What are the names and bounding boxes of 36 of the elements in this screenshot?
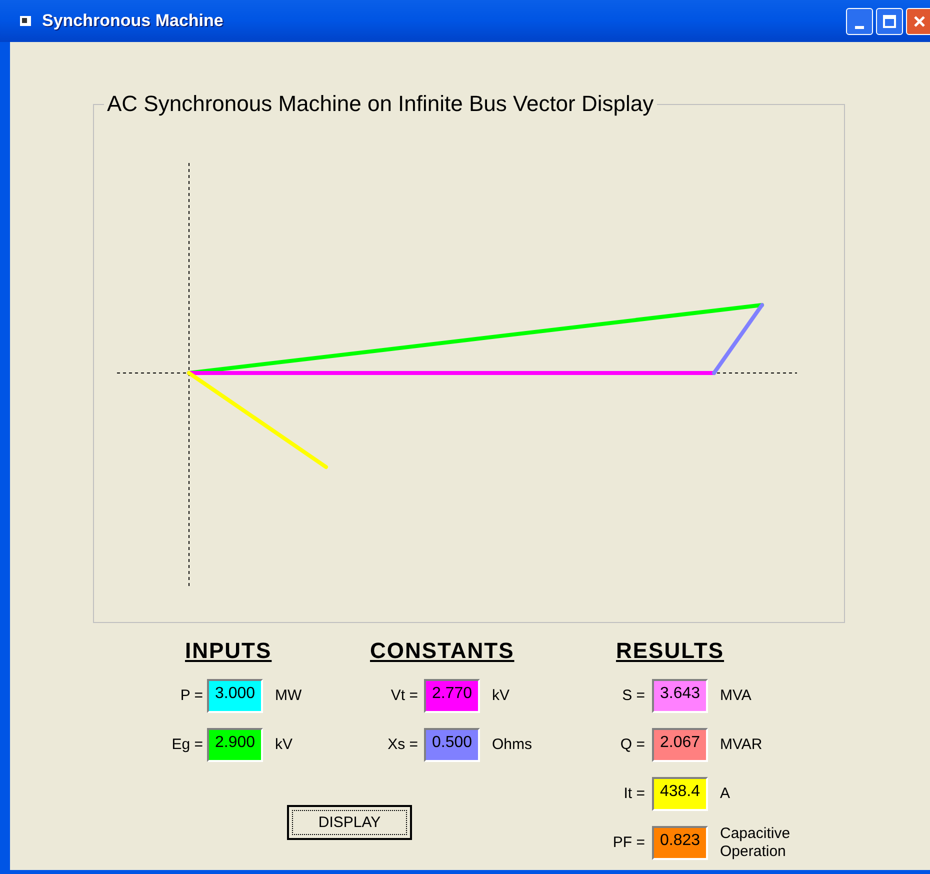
window-title: Synchronous Machine: [42, 10, 224, 32]
field-label: Q =: [619, 734, 645, 755]
unit-label: kV: [275, 736, 294, 754]
unit-label: Ohms: [492, 736, 534, 754]
minimize-button[interactable]: [846, 8, 873, 34]
close-icon: [913, 14, 926, 28]
value-field[interactable]: 2.067: [652, 728, 708, 762]
unit-label: kV: [492, 687, 511, 705]
value-field[interactable]: 2.770: [424, 679, 480, 713]
value-field[interactable]: 3.000: [207, 679, 263, 713]
section-heading: RESULTS: [616, 637, 724, 664]
field-label: P =: [179, 686, 203, 706]
value-field[interactable]: 0.823: [652, 826, 708, 860]
value-field[interactable]: 438.4: [652, 777, 708, 811]
minimize-icon: [855, 26, 864, 28]
unit-label: A: [720, 785, 732, 803]
section-heading: CONSTANTS: [370, 637, 514, 664]
close-button[interactable]: [906, 8, 930, 34]
unit-label: MVAR: [720, 736, 764, 754]
section-heading: INPUTS: [185, 637, 272, 664]
value-field[interactable]: 0.500: [424, 728, 480, 762]
field-label: Vt =: [390, 686, 418, 706]
field-label: Eg =: [170, 734, 203, 755]
unit-label: MVA: [720, 687, 752, 705]
field-label: It =: [622, 784, 645, 804]
unit-label: Capacitive Operation: [720, 825, 792, 861]
maximize-button[interactable]: [876, 8, 903, 34]
value-field[interactable]: 2.900: [207, 728, 263, 762]
value-field[interactable]: 3.643: [652, 679, 708, 713]
maximize-icon: [883, 14, 896, 28]
app-icon: [18, 13, 34, 29]
field-label: PF =: [612, 832, 645, 853]
display-button[interactable]: DISPLAY: [287, 805, 412, 840]
unit-label: MW: [275, 687, 303, 705]
field-label: Xs =: [386, 734, 418, 755]
field-label: S =: [621, 686, 645, 706]
